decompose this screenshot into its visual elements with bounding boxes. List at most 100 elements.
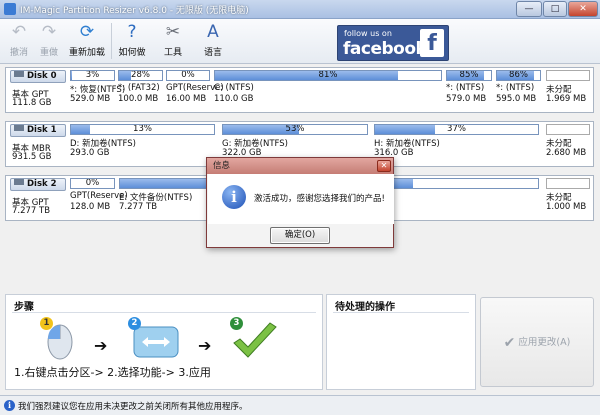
minimize-button[interactable]: — — [516, 1, 542, 17]
partition-size: 293.0 GB — [70, 148, 110, 158]
title-bar: IM-Magic Partition Resizer v6.8.0 - 无限版 … — [0, 0, 600, 19]
maximize-button[interactable]: □ — [543, 1, 567, 17]
redo-icon: ↷ — [41, 22, 57, 42]
disk-size: 111.8 GB — [12, 98, 52, 108]
partition-size: 100.0 MB — [118, 94, 159, 104]
disk-header: Disk 1 基本 MBR 931.5 GB — [8, 124, 66, 164]
partition-size: 16.00 MB — [166, 94, 207, 104]
partition-size: 1.000 MB — [546, 202, 587, 212]
partition-usage-bar: 0% — [70, 178, 115, 189]
partition-size: 1.969 MB — [546, 94, 587, 104]
disk-icon — [14, 179, 24, 185]
partition-unallocated[interactable]: 未分配 1.000 MB — [546, 178, 590, 218]
partition-usage-bar: 0% — [166, 70, 210, 81]
disk-label: Disk 2 — [10, 178, 66, 191]
window-title: IM-Magic Partition Resizer v6.8.0 - 无限版 … — [20, 6, 249, 16]
arrow-icon: ➔ — [94, 336, 108, 355]
disk-row-0[interactable]: Disk 0 基本 GPT 111.8 GB 3% *: 恢复(NTFS) 52… — [5, 67, 594, 113]
undo-label: 撤消 — [9, 48, 28, 58]
redo-button[interactable]: ↷ 重做 — [36, 21, 62, 58]
app-icon — [4, 3, 16, 15]
partition[interactable]: 0% GPT(Reserve) 128.0 MB — [70, 178, 128, 218]
partition-unallocated[interactable]: 未分配 2.680 MB — [546, 124, 590, 164]
info-icon: i — [4, 400, 15, 411]
divider — [333, 312, 469, 313]
partition[interactable]: 86% *: (NTFS) 595.0 MB — [496, 70, 541, 110]
partition-usage-bar: 28% — [118, 70, 163, 81]
info-dialog: 信息 ✕ i 激活成功，感谢您选择我们的产品! 确定(O) — [206, 157, 394, 248]
language-label: 语言 — [203, 48, 222, 58]
facebook-wordmark: facebook — [343, 39, 427, 59]
partition-size: 529.0 MB — [70, 94, 111, 104]
partition-size: 128.0 MB — [70, 202, 111, 212]
step-2-function: 2 — [126, 317, 179, 363]
dialog-close-button[interactable]: ✕ — [377, 160, 391, 172]
divider — [12, 312, 316, 313]
pending-title: 待处理的操作 — [335, 302, 395, 313]
partition-size: 110.0 GB — [214, 94, 254, 104]
undo-button[interactable]: ↶ 撤消 — [6, 21, 32, 58]
language-button[interactable]: A 语言 — [198, 21, 228, 58]
partition[interactable]: 28% *: (FAT32) 100.0 MB — [118, 70, 163, 110]
step-number-2: 2 — [128, 317, 141, 330]
disk-size: 931.5 GB — [12, 152, 52, 162]
bottom-area: 步骤 1 ➔ 2 ➔ 3 1.右键点击分区-> 2.选择功能-> 3.应用 待处… — [5, 294, 594, 392]
partition-usage-bar — [546, 178, 590, 189]
disk-size: 7.277 TB — [12, 206, 51, 216]
howto-button[interactable]: ? 如何做 — [116, 21, 148, 58]
arrow-icon: ➔ — [198, 336, 212, 355]
partition-usage-bar: 3% — [70, 70, 115, 81]
partition-size: 7.277 TB — [119, 202, 158, 212]
facebook-follow-button[interactable]: follow us on facebook f — [337, 25, 449, 61]
info-icon: i — [222, 185, 246, 209]
facebook-f-icon: f — [420, 29, 444, 57]
toolbar-separator — [111, 23, 112, 59]
partition[interactable]: 3% *: 恢复(NTFS) 529.0 MB — [70, 70, 125, 110]
facebook-small-text: follow us on — [344, 29, 392, 38]
step-number-3: 3 — [230, 317, 243, 330]
reload-icon: ⟳ — [79, 22, 95, 42]
partition-usage-bar: 81% — [214, 70, 442, 81]
pending-operations-panel: 待处理的操作 — [326, 294, 476, 390]
reload-label: 重新加载 — [68, 48, 105, 58]
partition-unallocated[interactable]: 未分配 1.969 MB — [546, 70, 590, 110]
tools-label: 工具 — [163, 48, 182, 58]
disk-label: Disk 0 — [10, 70, 66, 83]
disk-header: Disk 0 基本 GPT 111.8 GB — [8, 70, 66, 110]
disk-icon — [14, 71, 24, 77]
partition-name: *: (NTFS) — [446, 83, 485, 93]
partition[interactable]: 37% H: 新加卷(NTFS) 316.0 GB — [374, 124, 539, 164]
help-icon: ? — [127, 22, 137, 42]
steps-title: 步骤 — [14, 302, 34, 313]
step-1-mouse: 1 — [36, 317, 88, 363]
partition[interactable]: 81% C: (NTFS) 110.0 GB — [214, 70, 442, 110]
partition-usage-bar — [546, 70, 590, 81]
steps-panel: 步骤 1 ➔ 2 ➔ 3 1.右键点击分区-> 2.选择功能-> 3.应用 — [5, 294, 323, 390]
partition-name: *: (NTFS) — [496, 83, 535, 93]
reload-button[interactable]: ⟳ 重新加载 — [68, 21, 106, 58]
partition-usage-bar: 85% — [446, 70, 492, 81]
close-button[interactable]: ✕ — [568, 1, 598, 17]
tools-icon: ✂ — [165, 22, 181, 42]
steps-caption: 1.右键点击分区-> 2.选择功能-> 3.应用 — [14, 366, 211, 379]
partition-usage-bar: 53% — [222, 124, 368, 135]
redo-label: 重做 — [39, 48, 58, 58]
tools-button[interactable]: ✂ 工具 — [158, 21, 188, 58]
apply-changes-button[interactable]: ✔ 应用更改(A) — [480, 297, 594, 387]
dialog-message: 激活成功，感谢您选择我们的产品! — [254, 194, 385, 204]
ok-button[interactable]: 确定(O) — [270, 227, 330, 244]
check-icon: ✔ — [503, 335, 516, 351]
disk-icon — [14, 125, 24, 131]
partition-usage-bar — [546, 124, 590, 135]
partition-usage-bar: 86% — [496, 70, 541, 81]
partition[interactable]: 13% D: 新加卷(NTFS) 293.0 GB — [70, 124, 215, 164]
disk-label: Disk 1 — [10, 124, 66, 137]
apply-label: 应用更改(A) — [518, 337, 571, 348]
step-number-1: 1 — [40, 317, 53, 330]
partition-size: 2.680 MB — [546, 148, 587, 158]
undo-icon: ↶ — [11, 22, 27, 42]
dialog-body: i 激活成功，感谢您选择我们的产品! — [208, 174, 394, 224]
status-bar: i 我们强烈建议您在应用未决更改之前关闭所有其他应用程序。 — [0, 395, 600, 415]
partition[interactable]: 0% GPT(Reserve) 16.00 MB — [166, 70, 224, 110]
partition[interactable]: 85% *: (NTFS) 579.0 MB — [446, 70, 492, 110]
